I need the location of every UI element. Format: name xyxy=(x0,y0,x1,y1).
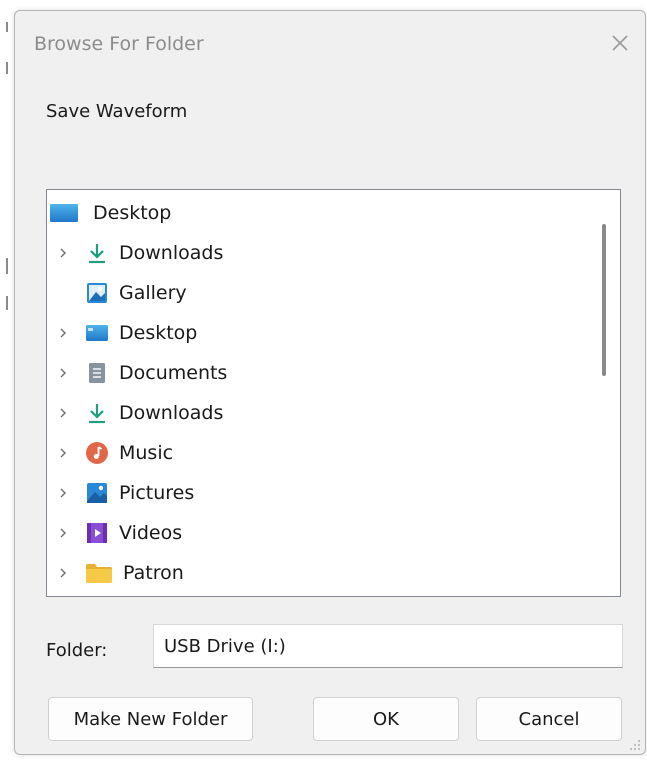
tree-item-desktop[interactable]: Desktop xyxy=(53,315,197,351)
tree-item-label: Music xyxy=(119,442,174,464)
videos-icon xyxy=(85,521,109,545)
tree-item-label: Pictures xyxy=(119,482,195,504)
tree-item-patron[interactable]: Patron xyxy=(53,555,184,591)
tree-item-gallery[interactable]: Gallery xyxy=(85,275,187,311)
tree-item-videos[interactable]: Videos xyxy=(53,515,182,551)
tree-item-label: Videos xyxy=(119,522,183,544)
download-arrow-icon xyxy=(85,241,109,265)
background-edge-mark xyxy=(6,22,8,32)
background-edge-mark xyxy=(6,62,8,74)
scrollbar-thumb[interactable] xyxy=(602,224,606,376)
tree-item-music[interactable]: Music xyxy=(53,435,173,471)
tree-item-downloads[interactable]: Downloads xyxy=(53,235,223,271)
dialog-title: Browse For Folder xyxy=(34,33,204,55)
dialog-prompt: Save Waveform xyxy=(46,101,188,122)
expand-chevron-icon[interactable] xyxy=(53,563,73,583)
tree-item-downloads[interactable]: Downloads xyxy=(53,395,223,431)
desktop-icon xyxy=(49,201,79,225)
music-icon xyxy=(85,441,109,465)
close-icon xyxy=(612,35,628,51)
cancel-button[interactable]: Cancel xyxy=(476,697,622,741)
gallery-icon xyxy=(85,281,109,305)
expand-chevron-icon[interactable] xyxy=(53,523,73,543)
ok-button[interactable]: OK xyxy=(313,697,459,741)
tree-item-desktop-root[interactable]: Desktop xyxy=(49,195,171,231)
tree-item-pictures[interactable]: Pictures xyxy=(53,475,194,511)
tree-item-documents[interactable]: Documents xyxy=(53,355,227,391)
folder-input[interactable] xyxy=(153,624,623,668)
expand-chevron-icon[interactable] xyxy=(53,443,73,463)
tree-item-label: Desktop xyxy=(119,322,198,344)
tree-item-label: Patron xyxy=(123,562,184,584)
folder-tree[interactable]: Desktop Downloads Gallery Desktop Docume… xyxy=(46,189,621,597)
make-new-folder-button[interactable]: Make New Folder xyxy=(48,697,253,741)
resize-grip[interactable] xyxy=(627,736,641,750)
desktop-icon xyxy=(85,321,109,345)
folder-icon xyxy=(85,561,113,585)
folder-field-label: Folder: xyxy=(46,640,108,661)
expand-chevron-icon[interactable] xyxy=(53,323,73,343)
expand-chevron-icon[interactable] xyxy=(53,243,73,263)
tree-item-label: Downloads xyxy=(119,402,224,424)
browse-for-folder-dialog: Browse For Folder Save Waveform Desktop xyxy=(14,10,646,755)
background-edge-mark xyxy=(6,296,8,310)
tree-item-label: Gallery xyxy=(119,282,187,304)
download-arrow-icon xyxy=(85,401,109,425)
expand-chevron-icon[interactable] xyxy=(53,483,73,503)
close-button[interactable] xyxy=(608,31,632,55)
resize-grip-icon xyxy=(630,740,640,750)
document-icon xyxy=(85,361,109,385)
pictures-icon xyxy=(85,481,109,505)
vertical-scrollbar[interactable] xyxy=(590,190,620,596)
expand-chevron-icon[interactable] xyxy=(53,403,73,423)
tree-item-label: Documents xyxy=(119,362,228,384)
expand-chevron-icon[interactable] xyxy=(53,363,73,383)
background-edge-mark xyxy=(6,258,8,274)
tree-item-label: Downloads xyxy=(119,242,224,264)
tree-item-label: Desktop xyxy=(93,202,172,224)
